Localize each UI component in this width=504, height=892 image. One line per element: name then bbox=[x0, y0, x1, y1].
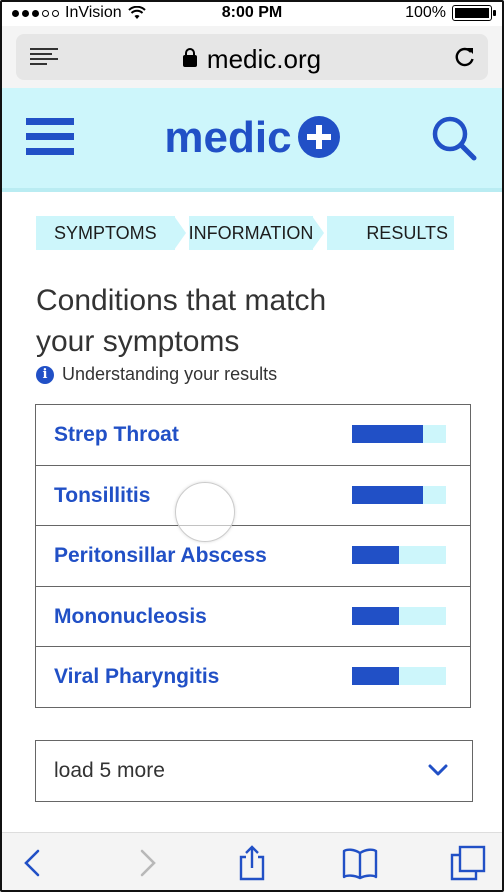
condition-row[interactable]: Peritonsillar Abscess bbox=[35, 525, 471, 587]
back-icon[interactable] bbox=[16, 845, 52, 881]
match-meter bbox=[352, 485, 446, 504]
understanding-results-label: Understanding your results bbox=[62, 364, 278, 384]
match-bar bbox=[352, 606, 399, 625]
url-field[interactable]: medic.org bbox=[16, 34, 488, 80]
chevron-down-icon bbox=[428, 764, 448, 776]
phone-frame: InVision 8:00 PM 100% medic.org medic SY… bbox=[0, 0, 504, 892]
battery-icon bbox=[452, 5, 496, 21]
condition-name: Peritonsillar Abscess bbox=[54, 544, 267, 567]
browser-toolbar bbox=[2, 832, 502, 890]
match-meter bbox=[352, 546, 446, 564]
info-icon: i bbox=[36, 365, 54, 384]
url-display[interactable]: medic.org bbox=[16, 44, 488, 75]
brand-name: medic bbox=[164, 113, 292, 162]
load-more-label: load 5 more bbox=[54, 759, 165, 782]
conditions-list: Strep Throat Tonsillitis Peritonsillar A… bbox=[35, 404, 471, 708]
battery-status: 100% bbox=[405, 4, 496, 22]
match-meter bbox=[352, 425, 446, 443]
touch-indicator bbox=[175, 482, 235, 542]
match-bar bbox=[352, 425, 423, 443]
tabs-icon[interactable] bbox=[450, 845, 486, 881]
battery-percent: 100% bbox=[405, 4, 446, 21]
step-divider bbox=[312, 216, 328, 250]
condition-name: Viral Pharyngitis bbox=[54, 665, 220, 688]
match-meter bbox=[352, 667, 446, 685]
condition-row[interactable]: Tonsillitis bbox=[35, 464, 471, 527]
step-divider bbox=[173, 216, 189, 250]
browser-address-bar: medic.org bbox=[2, 26, 502, 88]
understanding-results-link[interactable]: i Understanding your results bbox=[36, 364, 277, 385]
step-information[interactable]: INFORMATION bbox=[188, 216, 314, 250]
url-text: medic.org bbox=[206, 44, 322, 74]
lock-icon bbox=[182, 48, 197, 67]
load-more-button[interactable]: load 5 more bbox=[35, 740, 473, 802]
site-header: medic bbox=[2, 88, 502, 192]
condition-name: Mononucleosis bbox=[54, 604, 207, 628]
search-icon[interactable] bbox=[430, 114, 478, 162]
step-symptoms[interactable]: SYMPTOMS bbox=[36, 216, 175, 250]
share-icon[interactable] bbox=[234, 845, 270, 881]
condition-name: Strep Throat bbox=[54, 423, 179, 446]
step-results[interactable]: RESULTS bbox=[327, 216, 454, 250]
condition-row[interactable]: Mononucleosis bbox=[35, 585, 471, 648]
match-bar bbox=[352, 546, 399, 564]
forward-icon[interactable] bbox=[128, 845, 164, 881]
bookmarks-icon[interactable] bbox=[342, 845, 378, 881]
condition-name: Tonsillitis bbox=[54, 483, 151, 507]
site-logo[interactable]: medic bbox=[2, 110, 502, 163]
progress-steps: SYMPTOMS INFORMATION RESULTS bbox=[36, 216, 454, 250]
reload-icon[interactable] bbox=[454, 46, 476, 68]
match-bar bbox=[352, 485, 423, 504]
page-title: Conditions that match your symptoms bbox=[36, 284, 327, 358]
status-bar: InVision 8:00 PM 100% bbox=[2, 2, 502, 26]
plus-logo-icon bbox=[297, 116, 340, 158]
match-meter bbox=[352, 606, 446, 625]
condition-row[interactable]: Viral Pharyngitis bbox=[35, 646, 471, 708]
match-bar bbox=[352, 667, 399, 685]
condition-row[interactable]: Strep Throat bbox=[35, 404, 471, 466]
